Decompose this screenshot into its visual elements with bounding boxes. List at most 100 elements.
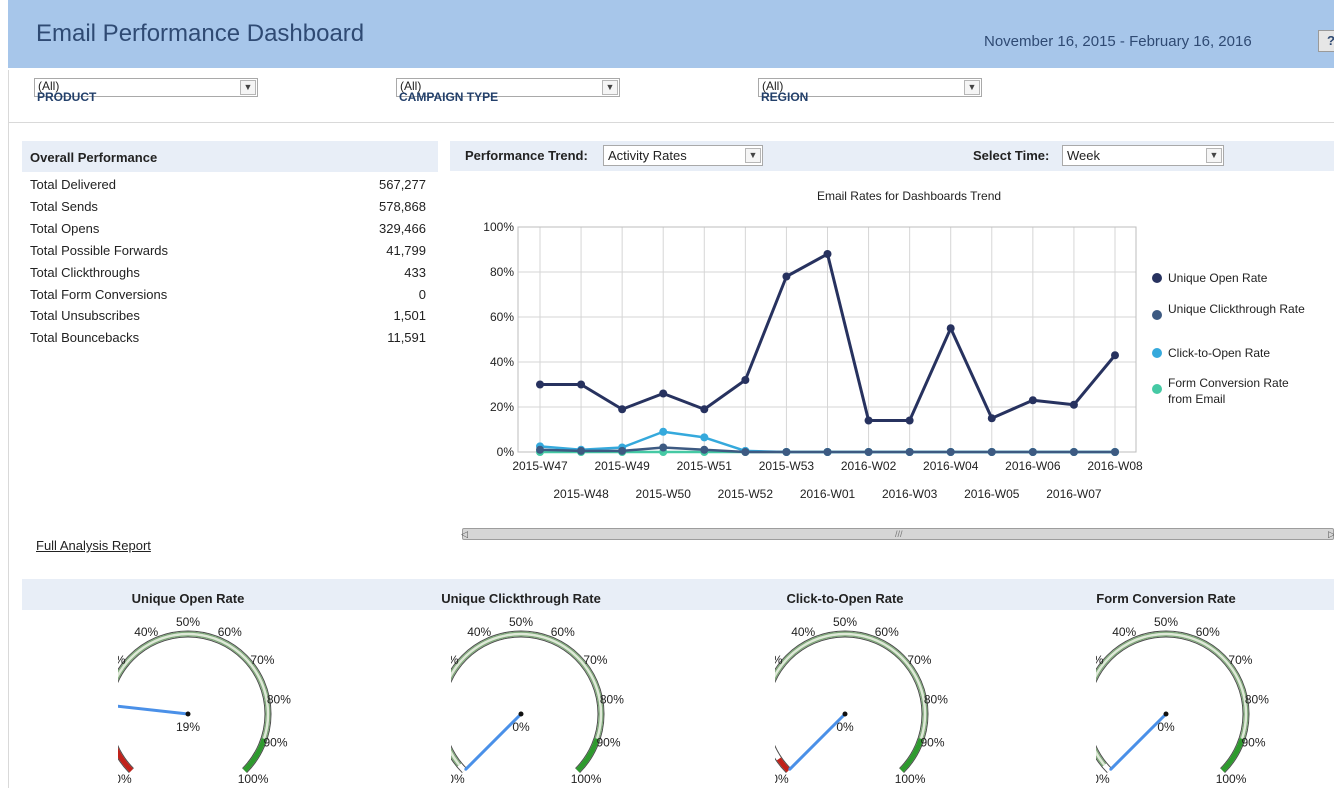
performance-trend-value: Activity Rates — [608, 148, 687, 163]
data-point[interactable] — [618, 405, 627, 414]
data-point[interactable] — [577, 380, 586, 389]
x-tick-label: 2015-W51 — [677, 459, 733, 473]
campaign-type-filter[interactable]: (All) ▼ CAMPAIGN TYPE — [396, 78, 620, 104]
scroll-grip-icon[interactable]: /// — [895, 529, 903, 539]
data-point[interactable] — [1028, 448, 1037, 456]
metric-value: 567,277 — [379, 177, 426, 192]
scroll-left-handle-icon[interactable]: ◁ — [461, 530, 468, 539]
gauge-tick-label: 70% — [1228, 653, 1252, 667]
gauge-tick-label: 50% — [509, 616, 533, 629]
data-point[interactable] — [823, 448, 832, 456]
select-time-label: Select Time: — [973, 148, 1050, 163]
legend-item[interactable]: Unique Open Rate — [1148, 270, 1308, 286]
data-point[interactable] — [987, 448, 996, 456]
chevron-down-icon[interactable]: ▼ — [745, 148, 761, 163]
gauge-tick-label: 30% — [775, 653, 783, 667]
chart-range-scrollbar[interactable]: ◁ /// ▷ — [461, 528, 1334, 540]
gauge-band-high — [899, 737, 924, 773]
data-point[interactable] — [864, 416, 873, 425]
data-point[interactable] — [1069, 448, 1078, 456]
filter-divider — [8, 122, 1334, 123]
data-point[interactable] — [905, 448, 914, 456]
data-point[interactable] — [782, 448, 791, 456]
gauge-band-high — [575, 737, 600, 773]
data-point[interactable] — [823, 250, 832, 258]
data-point[interactable] — [741, 448, 750, 456]
x-tick-label: 2015-W52 — [718, 487, 774, 501]
chevron-down-icon[interactable]: ▼ — [240, 80, 256, 95]
gauge-tick-label: 0% — [1096, 772, 1110, 786]
gauge-tick-label: 0% — [118, 772, 132, 786]
data-point[interactable] — [659, 443, 668, 452]
data-point[interactable] — [659, 427, 668, 436]
gauge-pivot — [518, 711, 524, 717]
data-point[interactable] — [700, 433, 709, 442]
x-tick-label: 2016-W07 — [1046, 487, 1102, 501]
legend-item[interactable]: Unique Clickthrough Rate — [1148, 301, 1308, 320]
data-point[interactable] — [905, 416, 914, 425]
data-point[interactable] — [782, 272, 791, 281]
data-point[interactable] — [577, 446, 586, 455]
chevron-down-icon[interactable]: ▼ — [1206, 148, 1222, 163]
data-point[interactable] — [987, 414, 996, 423]
product-filter[interactable]: (All) ▼ PRODUCT — [34, 78, 258, 104]
gauge: 0%10%20%30%40%50%60%70%80%90%100%0% — [451, 616, 624, 786]
gauge-title: Unique Clickthrough Rate — [441, 591, 601, 606]
data-point[interactable] — [1028, 396, 1037, 405]
data-point[interactable] — [1111, 351, 1119, 360]
gauge-tick-label: 50% — [1154, 616, 1178, 629]
gauge-tick-label: 80% — [1245, 693, 1269, 707]
data-point[interactable] — [946, 448, 955, 456]
gauge-tick-label: 50% — [176, 616, 200, 629]
metric-label: Total Sends — [30, 198, 98, 214]
gauge-tick-label: 30% — [451, 653, 459, 667]
select-time-select[interactable]: Week ▼ — [1062, 145, 1224, 166]
data-point[interactable] — [659, 389, 668, 398]
legend-item[interactable]: Click-to-Open Rate — [1148, 345, 1308, 361]
metric-label: Total Form Conversions — [30, 286, 168, 302]
region-filter[interactable]: (All) ▼ REGION — [758, 78, 982, 104]
metric-label: Total Opens — [30, 220, 100, 236]
metric-value: 329,466 — [379, 220, 426, 236]
chevron-down-icon[interactable]: ▼ — [602, 80, 618, 95]
data-point[interactable] — [946, 324, 955, 333]
data-point[interactable] — [536, 445, 544, 454]
data-point[interactable] — [536, 380, 544, 389]
data-point[interactable] — [700, 405, 709, 414]
help-button[interactable]: ? — [1318, 30, 1334, 52]
performance-trend-select[interactable]: Activity Rates ▼ — [603, 145, 763, 166]
metric-row: Total Sends 578,868 — [30, 199, 426, 217]
legend-item[interactable]: Form Conversion Rate from Email — [1148, 375, 1308, 407]
chevron-down-icon[interactable]: ▼ — [964, 80, 980, 95]
full-analysis-report-link[interactable]: Full Analysis Report — [36, 538, 151, 553]
data-point[interactable] — [864, 448, 873, 456]
metric-row: Total Form Conversions 0 — [30, 287, 426, 305]
gauge-value-label: 0% — [512, 720, 530, 734]
data-point[interactable] — [741, 376, 750, 384]
gauge-needle — [118, 704, 190, 716]
gauge-tick-label: 60% — [875, 625, 899, 639]
gauge-tick-label: 90% — [596, 735, 620, 749]
gauge-value-label: 19% — [176, 720, 200, 734]
data-point[interactable] — [618, 446, 627, 455]
gauge-tick-label: 40% — [1112, 625, 1136, 639]
data-point[interactable] — [1069, 400, 1078, 409]
data-point[interactable] — [700, 445, 709, 454]
gauge: 0%10%20%30%40%50%60%70%80%90%100%0% — [1096, 616, 1269, 786]
performance-trend-label: Performance Trend: — [465, 148, 588, 163]
x-tick-label: 2016-W02 — [841, 459, 897, 473]
metric-row: Total Unsubscribes 1,501 — [30, 308, 426, 326]
legend-marker-icon — [1152, 348, 1162, 358]
legend-label: Form Conversion Rate from Email — [1168, 376, 1289, 406]
scroll-right-handle-icon[interactable]: ▷ — [1328, 530, 1334, 539]
metric-value: 578,868 — [379, 198, 426, 214]
metric-row: Total Clickthroughs 433 — [30, 265, 426, 283]
gauge-band-outline — [1096, 630, 1250, 774]
metric-row: Total Opens 329,466 — [30, 221, 426, 239]
gauge: 0%10%20%30%40%50%60%70%80%90%100%0% — [775, 616, 948, 786]
data-point[interactable] — [1111, 448, 1119, 456]
x-tick-label: 2016-W05 — [964, 487, 1020, 501]
gauge-pivot — [842, 711, 848, 717]
gauge-tick-label: 60% — [218, 625, 242, 639]
select-time-value: Week — [1067, 148, 1100, 163]
